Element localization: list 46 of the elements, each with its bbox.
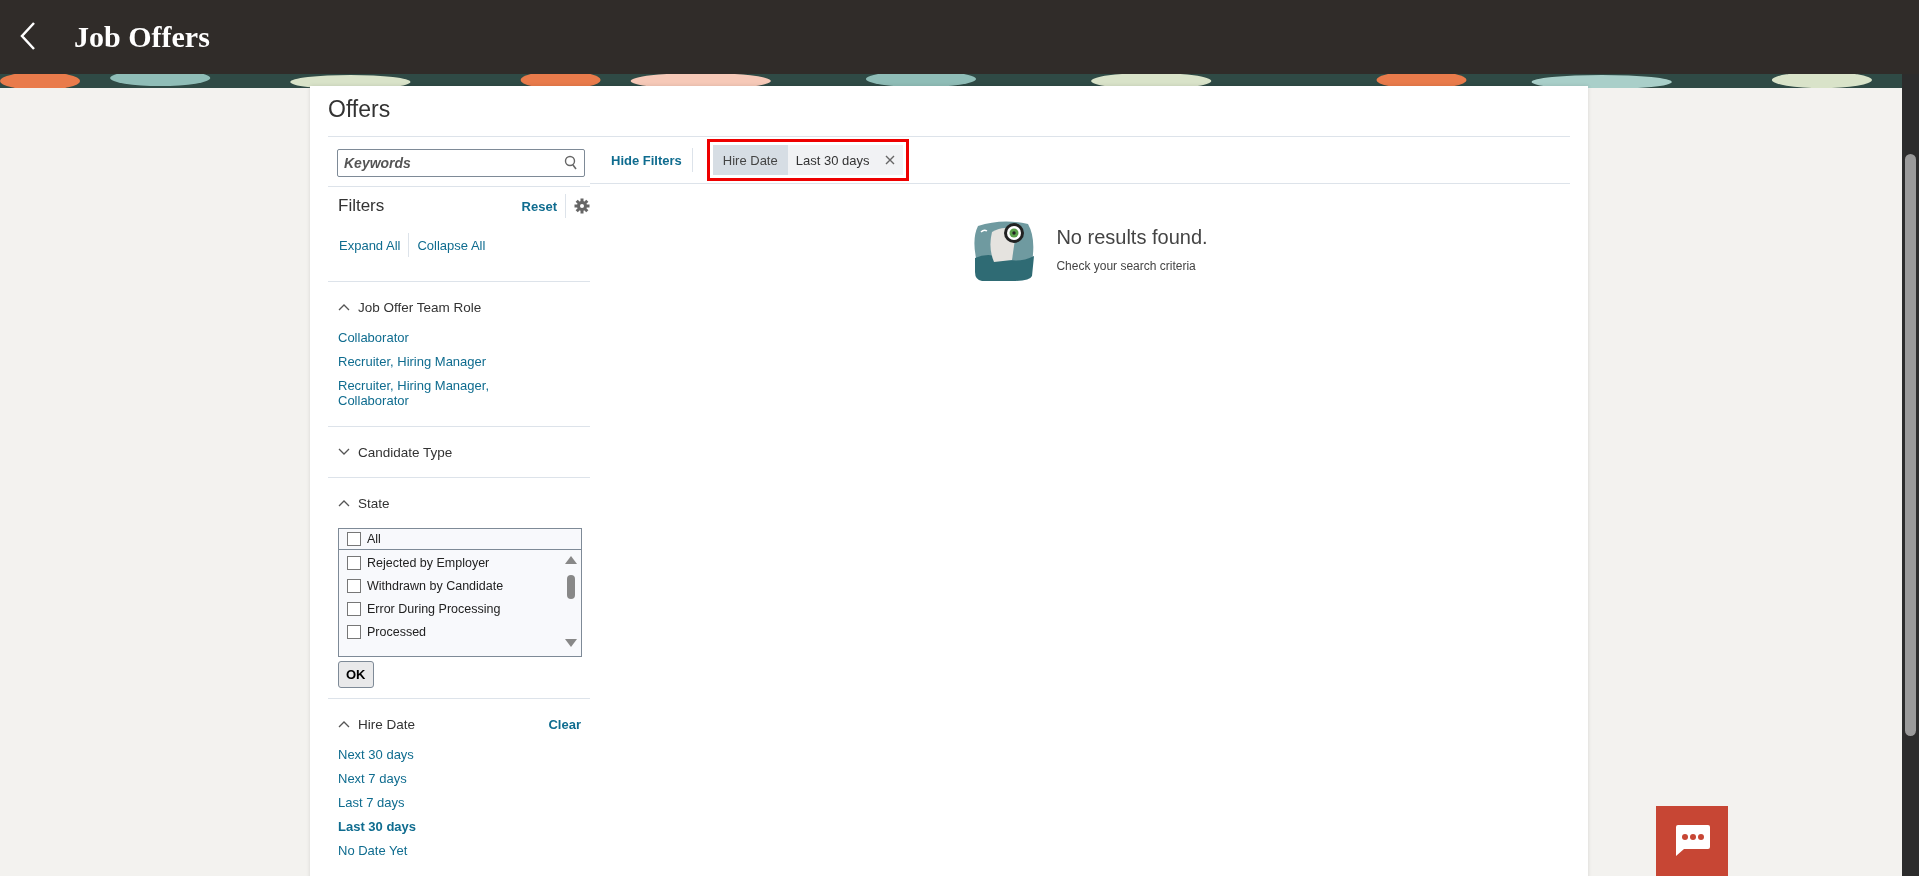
filter-option-link[interactable]: Next 30 days	[338, 747, 538, 762]
ok-button[interactable]: OK	[338, 661, 374, 688]
filter-option-link[interactable]: Collaborator	[338, 330, 538, 345]
clear-link[interactable]: Clear	[548, 716, 581, 732]
collapse-all-link[interactable]: Collapse All	[417, 237, 486, 253]
search-icon[interactable]	[564, 155, 578, 171]
checkbox-label: Processed	[367, 625, 427, 639]
checkbox[interactable]	[347, 556, 361, 570]
filter-section-title[interactable]: State	[358, 495, 581, 511]
filter-option-link[interactable]: Recruiter, Hiring Manager, Collaborator	[338, 378, 538, 408]
checkbox-label: Rejected by Employer	[367, 556, 490, 570]
checkbox[interactable]	[347, 602, 361, 616]
expand-all-link[interactable]: Expand All	[339, 237, 401, 253]
chevron-down-icon[interactable]	[338, 448, 350, 456]
chevron-up-icon[interactable]	[338, 720, 350, 728]
filter-option-link[interactable]: Last 7 days	[338, 795, 538, 810]
filter-option-link[interactable]: Recruiter, Hiring Manager	[338, 354, 538, 369]
keywords-field[interactable]: Keywords	[337, 149, 585, 177]
chat-button[interactable]	[1656, 806, 1728, 876]
chip-value: Last 30 days	[787, 145, 878, 175]
binoculars-illustration-icon	[972, 218, 1037, 282]
empty-hint: Check your search criteria	[1056, 259, 1197, 273]
chevron-up-icon[interactable]	[338, 303, 350, 311]
filter-option-link[interactable]: Next 7 days	[338, 771, 538, 786]
checkbox-label: All	[367, 532, 381, 546]
filter-section-title[interactable]: Candidate Type	[358, 444, 581, 460]
empty-title: No results found.	[1056, 226, 1208, 249]
page-title: Offers	[328, 96, 1570, 137]
checkbox[interactable]	[347, 625, 361, 639]
filter-section-title[interactable]: Job Offer Team Role	[358, 299, 581, 315]
close-icon[interactable]	[885, 155, 896, 165]
filters-title: Filters	[338, 196, 386, 216]
filter-option-link[interactable]: Last 30 days	[338, 819, 538, 834]
checkbox-label: Error During Processing	[367, 602, 501, 616]
chevron-up-icon[interactable]	[338, 499, 350, 507]
checkbox[interactable]	[347, 579, 361, 593]
reset-link[interactable]: Reset	[521, 198, 557, 214]
filter-section-title[interactable]: Hire Date	[358, 716, 541, 732]
filter-option-link[interactable]: No Date Yet	[338, 843, 538, 858]
checkbox-label: Withdrawn by Candidate	[367, 579, 504, 593]
settings-icon[interactable]	[574, 198, 590, 214]
page-header-title: Job Offers	[74, 20, 210, 54]
checkbox[interactable]	[347, 532, 361, 546]
chip-name[interactable]: Hire Date	[712, 145, 788, 175]
hide-filters-link[interactable]: Hide Filters	[611, 152, 682, 168]
page-scrollbar[interactable]	[1902, 74, 1919, 876]
